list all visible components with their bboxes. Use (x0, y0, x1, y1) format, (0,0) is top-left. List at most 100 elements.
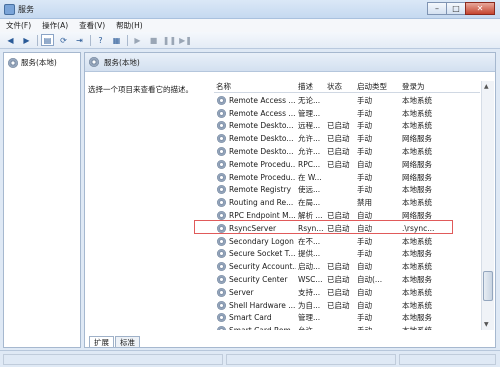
gear-icon (217, 95, 226, 105)
table-row[interactable]: Remote Access ... 管理... 手动 本地系统 (214, 107, 480, 120)
status-segment (3, 354, 223, 365)
window-controls: – □ ✕ (427, 2, 495, 16)
service-log-on-as: 本地系统 (402, 236, 432, 246)
gear-icon (8, 57, 18, 68)
service-name-label: Remote Deskto... (229, 147, 294, 157)
gear-icon (217, 172, 226, 182)
service-startup-type: 手动 (357, 147, 372, 157)
table-row[interactable]: Secondary Logon 在不... 手动 本地系统 (214, 235, 480, 248)
table-row[interactable]: Security Account... 启动... 已启动 自动 本地系统 (214, 260, 480, 273)
service-name-label: Security Account... (229, 262, 296, 272)
pane-header: 服务(本地) (85, 53, 495, 72)
service-description-cell: 允许... (296, 325, 325, 330)
menu-file[interactable]: 文件(F) (6, 20, 31, 31)
service-status: 已启动 (327, 121, 350, 131)
service-description-cell: 管理... (298, 313, 321, 323)
table-row[interactable]: Remote Deskto... 允许... 已启动 手动 本地系统 (214, 145, 480, 158)
service-description: 选择一个项目来查看它的描述。 (88, 85, 193, 94)
table-row[interactable]: Security Center WSC... 已启动 自动(... 本地服务 (214, 273, 480, 286)
service-log-on-as: 本地系统 (402, 262, 432, 272)
help-icon[interactable]: ? (94, 34, 107, 46)
service-log-on-as: 网络服务 (402, 159, 432, 169)
tab-standard[interactable]: 标准 (115, 336, 140, 347)
services-table: 名称 描述 状态 启动类型 登录为 Remote Access ... 无论...… (214, 81, 480, 330)
service-name: Security Center (214, 275, 296, 285)
service-log-on-as: 本地服务 (402, 185, 432, 195)
table-row[interactable]: Remote Registry 使远... 手动 本地服务 (214, 184, 480, 197)
service-name-label: Server (229, 287, 254, 297)
service-description-cell: 提供... (298, 249, 321, 259)
service-name-label: Remote Procedu... (229, 172, 296, 182)
start-service-icon[interactable]: ▶ (131, 34, 144, 46)
service-startup-type: 自动(... (357, 275, 383, 285)
service-name: Remote Access ... (214, 95, 296, 105)
close-button[interactable]: ✕ (465, 2, 495, 15)
column-header-description[interactable]: 描述 (296, 81, 325, 92)
vertical-scrollbar[interactable]: ▲ ▼ (481, 81, 494, 330)
service-name: Secondary Logon (214, 236, 296, 246)
service-description-cell: 支持... (298, 287, 321, 297)
service-status: 已启动 (327, 159, 350, 169)
table-row[interactable]: Routing and Re... 在局... 禁用 本地系统 (214, 196, 480, 209)
table-row[interactable]: Remote Procedu... RPC... 已启动 自动 网络服务 (214, 158, 480, 171)
refresh-icon[interactable]: ⟳ (57, 34, 70, 46)
services-app-icon (4, 4, 15, 15)
restart-service-icon[interactable]: ▶❚ (179, 34, 192, 46)
tab-extended[interactable]: 扩展 (89, 336, 114, 347)
table-row[interactable]: Server 支持... 已启动 自动 本地系统 (214, 286, 480, 299)
service-name: Secure Socket T... (214, 249, 296, 259)
service-name-label: Shell Hardware ... (229, 300, 296, 310)
menu-action[interactable]: 操作(A) (42, 20, 68, 31)
properties-icon[interactable]: ▦ (110, 34, 123, 46)
service-description-cell: 使远... (298, 185, 321, 195)
stop-service-icon[interactable]: ■ (147, 34, 160, 46)
highlight-box (194, 220, 453, 234)
column-header-startup-type[interactable]: 启动类型 (355, 81, 400, 92)
column-header-log-on-as[interactable]: 登录为 (400, 81, 480, 92)
export-list-icon[interactable]: ⇥ (73, 34, 86, 46)
gear-icon (217, 211, 226, 221)
forward-arrow-icon[interactable]: ▶ (20, 34, 33, 46)
table-row[interactable]: Smart Card 管理... 手动 本地服务 (214, 312, 480, 325)
service-startup-type: 手动 (357, 236, 372, 246)
column-header-status[interactable]: 状态 (325, 81, 355, 92)
table-row[interactable]: Remote Access ... 无论... 手动 本地系统 (214, 94, 480, 107)
service-log-on-as: 本地服务 (402, 275, 432, 285)
service-description-cell: 在 W... (298, 172, 322, 182)
service-description-cell: 在不... (298, 236, 321, 246)
service-log-on-as: 本地系统 (402, 300, 432, 310)
pause-service-icon[interactable]: ❚❚ (163, 34, 176, 46)
tree-item-services-local[interactable]: 服务(本地) (8, 57, 57, 68)
gear-icon (217, 159, 226, 169)
table-row[interactable]: Smart Card Rem...允许... 手动本地系统 (214, 324, 480, 330)
service-name-label: Remote Deskto... (229, 121, 294, 131)
column-header-name[interactable]: 名称 (214, 81, 296, 92)
service-log-on-as: 本地系统 (402, 287, 432, 297)
service-status: 已启动 (327, 275, 350, 285)
back-arrow-icon[interactable]: ◀ (4, 34, 17, 46)
service-name: Remote Registry (214, 185, 296, 195)
service-description-cell: 允许... (298, 134, 321, 144)
status-segment (226, 354, 396, 365)
scroll-up-arrow-icon[interactable]: ▲ (484, 83, 489, 90)
service-status: 已启动 (327, 287, 350, 297)
service-name-label: Remote Access ... (229, 108, 296, 118)
scroll-down-arrow-icon[interactable]: ▼ (484, 321, 489, 328)
menu-help[interactable]: 帮助(H) (116, 20, 143, 31)
table-row[interactable]: Remote Deskto... 允许... 已启动 手动 网络服务 (214, 132, 480, 145)
console-tree-icon[interactable]: ▤ (41, 34, 54, 46)
service-startup-type: 手动 (357, 172, 372, 182)
gear-icon (217, 147, 226, 157)
tree-item-label: 服务(本地) (21, 58, 57, 67)
maximize-button[interactable]: □ (446, 2, 466, 15)
toolbar: ◀ ▶ ▤ ⟳ ⇥ ? ▦ ▶ ■ ❚❚ ▶❚ (0, 32, 500, 49)
table-row[interactable]: Secure Socket T... 提供... 手动 本地服务 (214, 248, 480, 261)
scrollbar-thumb[interactable] (483, 271, 493, 301)
menu-view[interactable]: 查看(V) (79, 20, 105, 31)
gear-icon (89, 57, 99, 67)
table-row[interactable]: Remote Deskto... 远程... 已启动 手动 本地系统 (214, 120, 480, 133)
minimize-button[interactable]: – (427, 2, 447, 15)
table-row[interactable]: Remote Procedu... 在 W... 手动 网络服务 (214, 171, 480, 184)
table-row[interactable]: Shell Hardware ... 为自... 已启动 自动 本地系统 (214, 299, 480, 312)
service-name: Remote Procedu... (214, 172, 296, 182)
